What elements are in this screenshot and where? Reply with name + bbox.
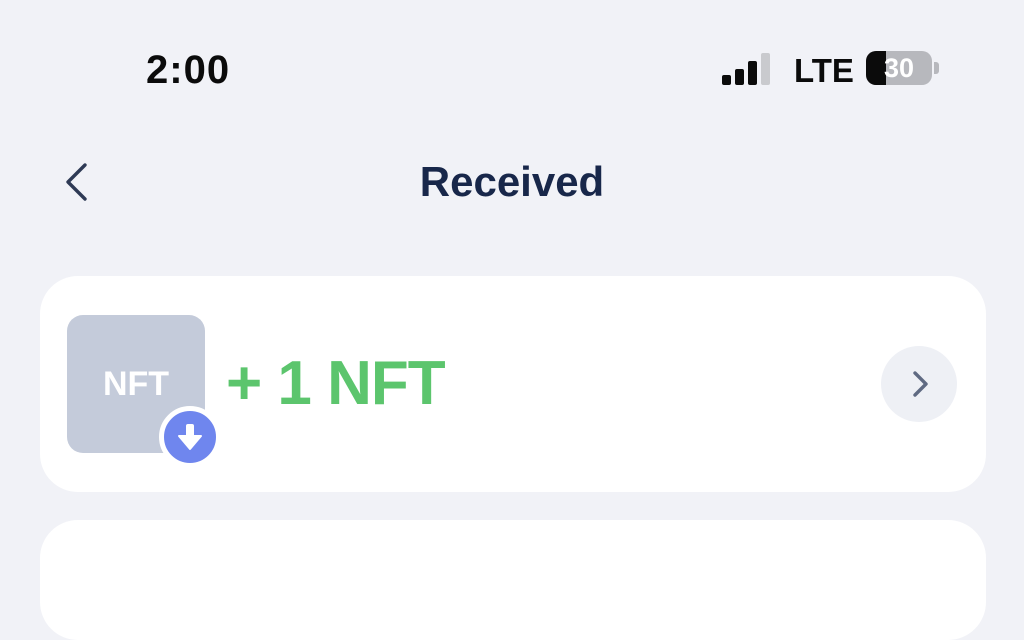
transaction-card[interactable]: NFT + 1 NFT — [40, 276, 986, 492]
battery-level: 30 — [883, 53, 915, 83]
transaction-detail-button[interactable] — [881, 346, 957, 422]
chevron-right-icon — [913, 371, 928, 397]
transaction-card-next[interactable] — [40, 520, 986, 640]
arrow-down-icon — [178, 424, 202, 450]
navigation-bar: Received — [0, 140, 1024, 230]
page-title: Received — [419, 158, 605, 205]
status-time: 2:00 — [146, 48, 231, 92]
cellular-signal-icon — [722, 51, 774, 85]
network-type: LTE — [794, 52, 854, 89]
received-badge — [159, 406, 221, 468]
transaction-amount: + 1 NFT — [226, 349, 446, 418]
status-bar: 2:00 LTE 30 — [0, 0, 1024, 130]
battery-icon: 30 — [866, 51, 932, 85]
nft-thumbnail-label: NFT — [102, 365, 170, 403]
battery-cap — [934, 62, 939, 74]
